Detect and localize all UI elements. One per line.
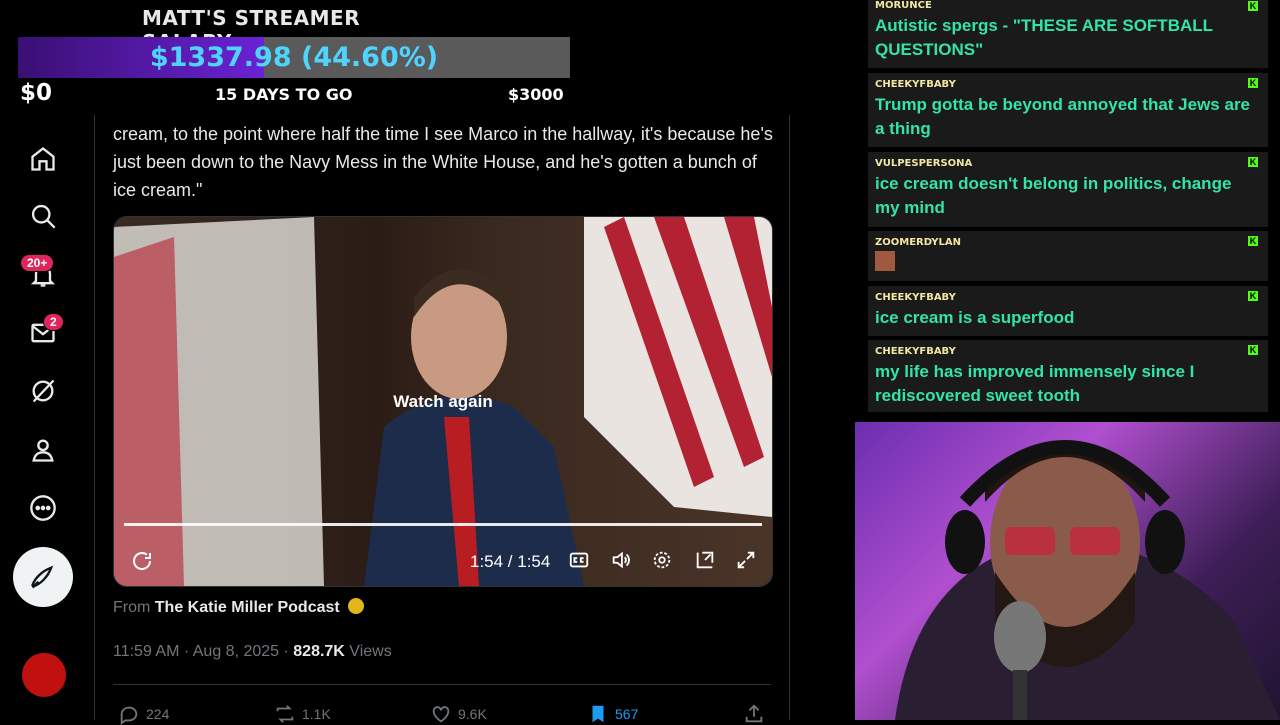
chat-text: ice cream doesn't belong in politics, ch…: [875, 174, 1232, 217]
share-icon: [745, 704, 763, 723]
chat-username: CHEEKYFBABY: [875, 79, 956, 90]
verified-badge-icon: [348, 598, 365, 614]
chat-message: ZOOMERDYLAN K: [868, 231, 1268, 281]
home-icon[interactable]: [26, 142, 60, 176]
reply-icon: [120, 706, 138, 725]
salary-min-label: $0: [20, 80, 53, 106]
replay-icon[interactable]: [130, 549, 154, 573]
salary-max-label: $3000: [508, 85, 564, 104]
chat-text: ice cream is a superfood: [875, 308, 1075, 327]
chat-username: ZOOMERDYLAN: [875, 237, 962, 248]
video-progress-bar[interactable]: [124, 523, 762, 526]
chat-username: CHEEKYFBABY: [875, 346, 956, 357]
emote-icon: [875, 251, 895, 271]
grok-icon[interactable]: [26, 374, 60, 408]
salary-amount: $1337.98 (44.60%): [149, 42, 439, 73]
kick-badge-icon: K: [1248, 78, 1258, 88]
chat-message: CHEEKYFBABY K my life has improved immen…: [868, 340, 1268, 412]
from-prefix: From: [113, 599, 151, 616]
salary-progress-bar: $1337.98 (44.60%): [18, 37, 570, 78]
account-avatar[interactable]: [22, 653, 66, 697]
tweet-text: cream, to the point where half the time …: [113, 124, 773, 200]
like-button[interactable]: 9.6K: [430, 703, 487, 725]
salary-days-label: 15 DAYS TO GO: [215, 85, 353, 104]
settings-gear-icon[interactable]: [651, 549, 673, 571]
search-icon[interactable]: [26, 199, 60, 233]
fullscreen-icon[interactable]: [735, 549, 757, 571]
post-icon: [31, 565, 54, 589]
profile-icon[interactable]: [26, 433, 60, 467]
kick-badge-icon: K: [1248, 291, 1258, 301]
chat-message: CHEEKYFBABY K ice cream is a superfood: [868, 286, 1268, 336]
kick-badge-icon: K: [1248, 157, 1258, 167]
captions-icon[interactable]: [568, 549, 590, 571]
webcam-feed: [855, 422, 1280, 720]
notifications-badge: 20+: [20, 254, 55, 272]
chat-message: VULPESPERSONA K ice cream doesn't belong…: [868, 152, 1268, 227]
views-count: 828.7K: [293, 643, 345, 660]
video-time: 1:54 / 1:54: [470, 552, 551, 571]
chat-text: Autistic spergs - "THESE ARE SOFTBALL QU…: [875, 16, 1213, 59]
repost-icon: [276, 705, 294, 723]
from-source-line: From The Katie Miller Podcast: [113, 598, 365, 617]
chat-username: CHEEKYFBABY: [875, 292, 956, 303]
volume-icon[interactable]: [610, 549, 632, 571]
chat-text: my life has improved immensely since I r…: [875, 362, 1195, 405]
column-divider-left: [94, 115, 95, 720]
webcam-scene: [895, 440, 1280, 720]
repost-button[interactable]: 1.1K: [274, 703, 331, 725]
share-button[interactable]: [743, 703, 765, 725]
bookmark-button[interactable]: 567: [587, 703, 638, 725]
kick-badge-icon: K: [1248, 236, 1258, 246]
chat-message: MORUNCE K Autistic spergs - "THESE ARE S…: [868, 0, 1268, 68]
source-link[interactable]: The Katie Miller Podcast: [155, 599, 340, 616]
post-button[interactable]: [13, 547, 73, 607]
chat-message: CHEEKYFBABY K Trump gotta be beyond anno…: [868, 73, 1268, 147]
chat-text: Trump gotta be beyond annoyed that Jews …: [875, 95, 1251, 138]
stats-divider: [113, 684, 771, 685]
watch-again-button[interactable]: Watch again: [114, 392, 772, 412]
kick-badge-icon: K: [1248, 345, 1258, 355]
views-label: Views: [344, 643, 392, 660]
chat-panel: MORUNCE K Autistic spergs - "THESE ARE S…: [868, 0, 1270, 412]
tweet-meta: 11:59 AM · Aug 8, 2025 · 828.7K Views: [113, 643, 392, 661]
video-player[interactable]: Watch again 1:54 / 1:54: [113, 216, 773, 587]
more-icon[interactable]: [26, 491, 60, 525]
pip-icon[interactable]: [694, 549, 716, 571]
bookmark-icon: [592, 705, 604, 723]
chat-username: VULPESPERSONA: [875, 158, 973, 169]
reply-button[interactable]: 224: [118, 703, 169, 725]
column-divider-right: [789, 115, 790, 720]
messages-badge: 2: [43, 313, 64, 331]
chat-username: MORUNCE: [875, 0, 932, 11]
heart-icon: [432, 706, 450, 723]
tweet-timestamp[interactable]: 11:59 AM · Aug 8, 2025 ·: [113, 643, 293, 660]
kick-badge-icon: K: [1248, 1, 1258, 11]
